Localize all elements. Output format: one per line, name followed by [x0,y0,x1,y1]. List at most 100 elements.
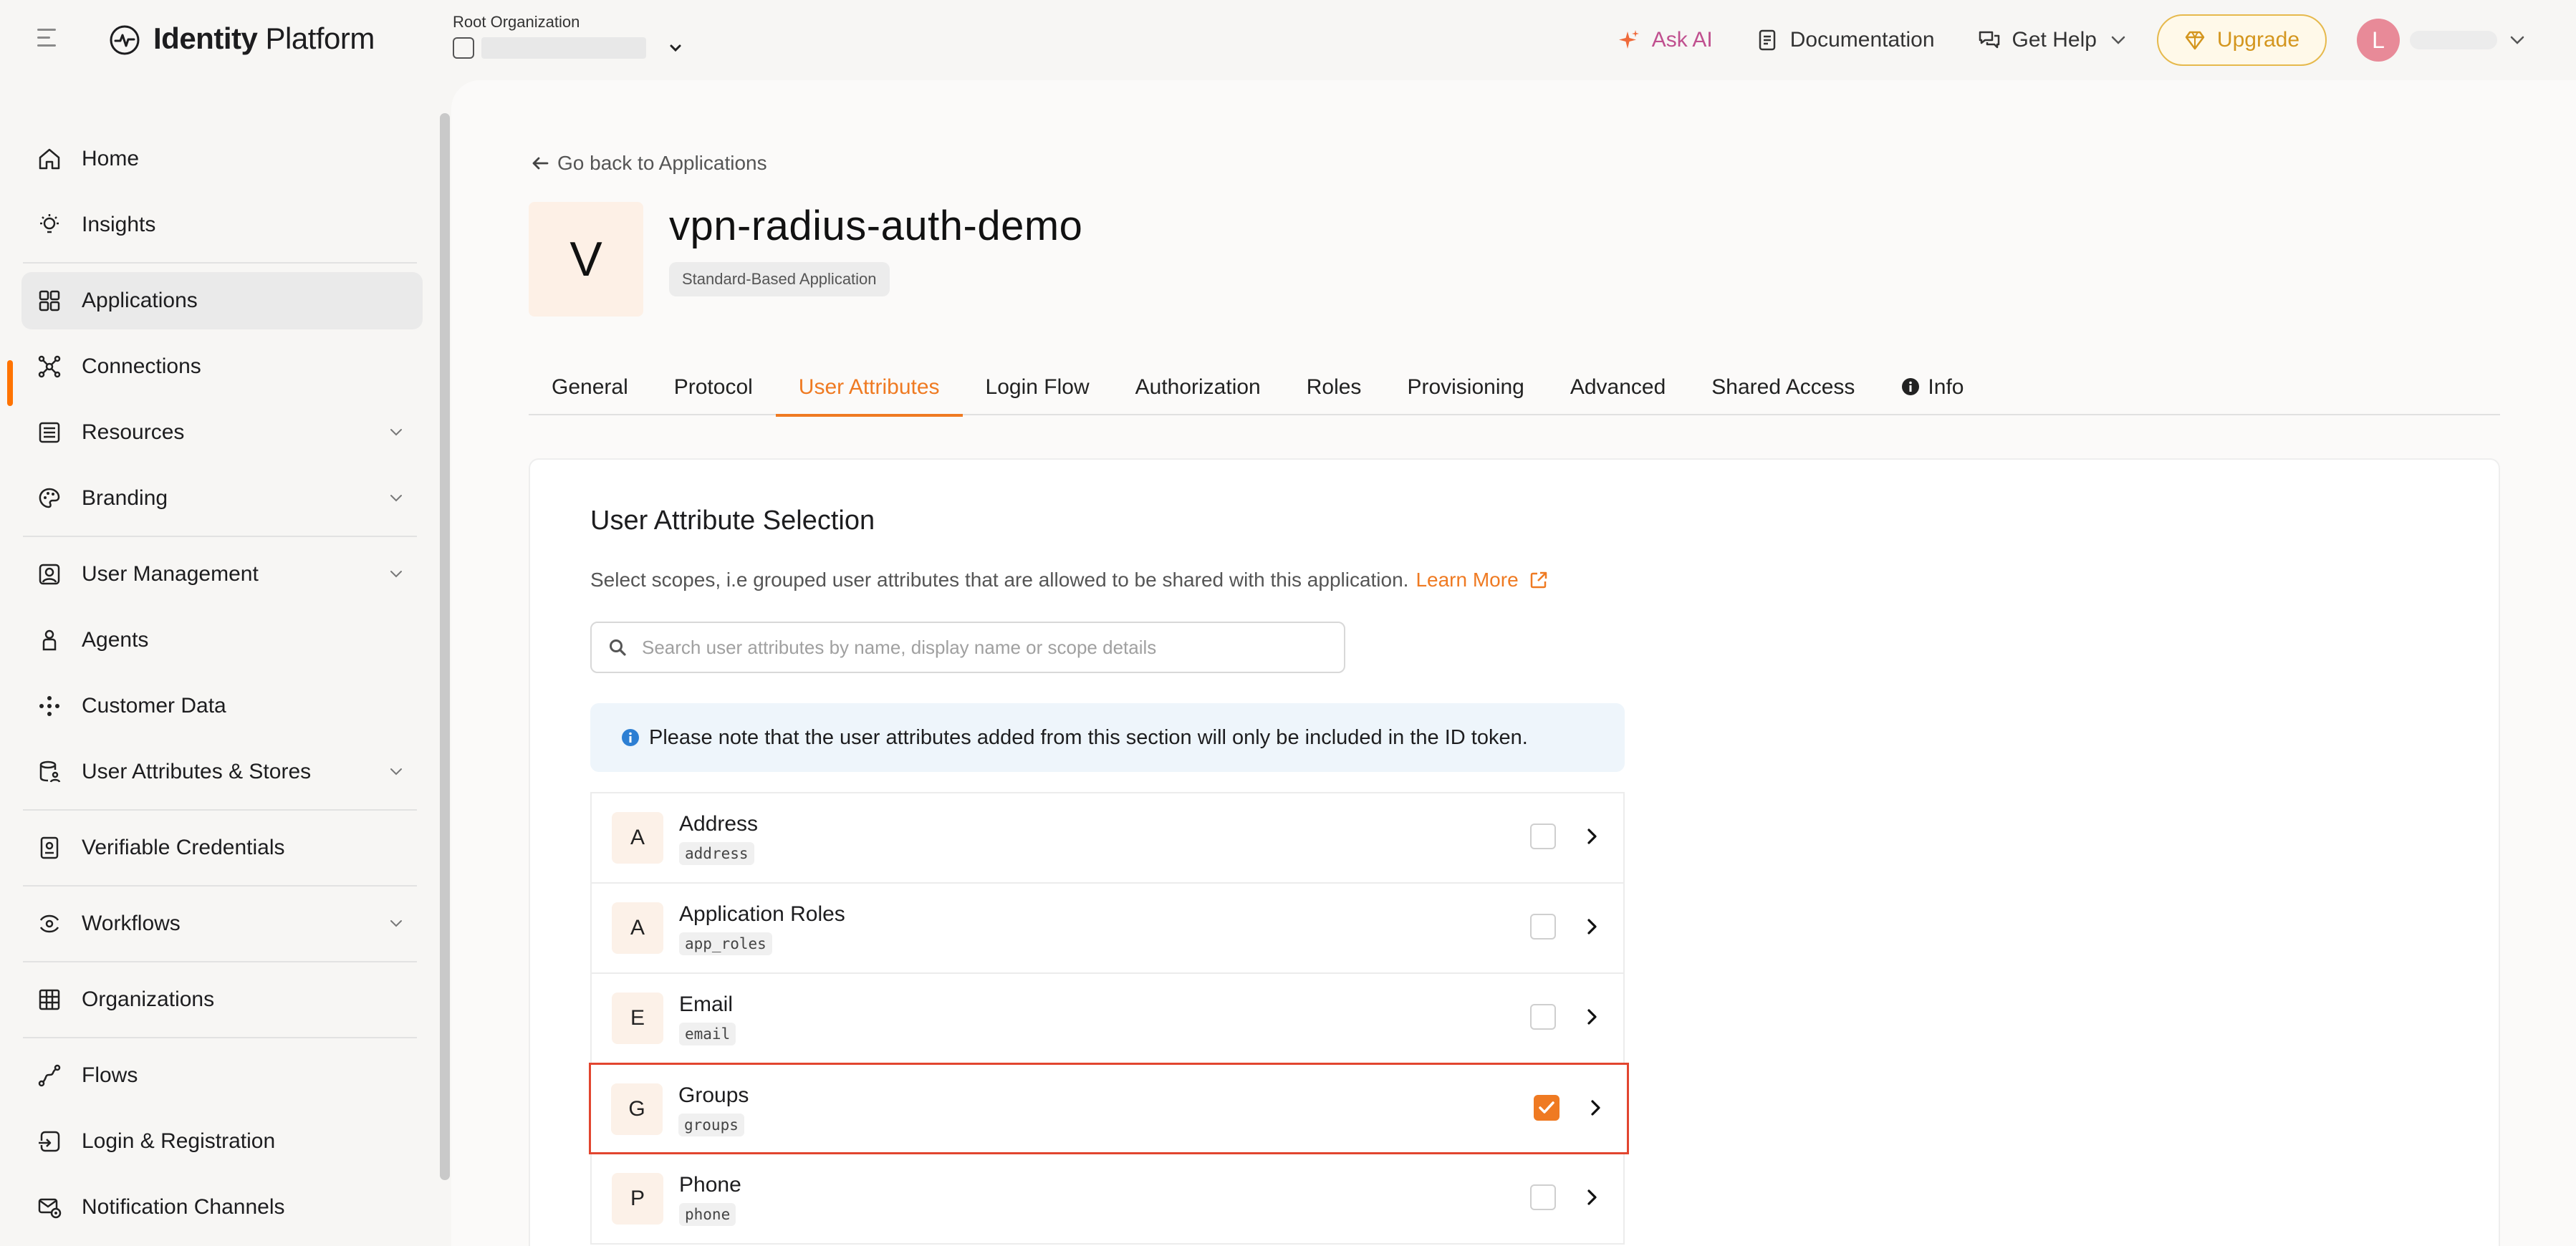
sidebar-item-label: User Attributes & Stores [82,760,312,783]
top-header: Identity Platform Root Organization Ask … [0,0,2576,80]
attribute-checkbox[interactable] [1530,914,1556,940]
chevron-right-icon[interactable] [1582,826,1602,846]
sidebar-item-branding[interactable]: Branding [21,470,423,527]
info-icon [622,729,639,746]
attribute-avatar: A [612,812,663,864]
tab-protocol[interactable]: Protocol [651,367,776,415]
sidebar-item-home[interactable]: Home [21,130,423,188]
attribute-row-address[interactable]: A Address address [590,792,1625,884]
sidebar-item-workflows[interactable]: Workflows [21,895,423,952]
attribute-search[interactable] [590,622,1345,673]
ask-ai-button[interactable]: Ask AI [1618,28,1713,52]
insights-icon [40,214,59,233]
organization-name-placeholder [481,37,646,59]
tab-label: Provisioning [1407,375,1524,399]
documentation-link[interactable]: Documentation [1756,28,1935,52]
tab-label: Roles [1306,375,1362,399]
attribute-scope-code: groups [678,1114,744,1136]
sidebar-item-label: Resources [82,420,185,444]
chevron-right-icon[interactable] [1585,1098,1605,1118]
tab-label: Protocol [673,375,753,399]
back-link-label: Go back to Applications [557,152,767,174]
sidebar-nav: Home Insights Applications Connections R… [21,130,423,1245]
attribute-row-application-roles[interactable]: A Application Roles app_roles [590,882,1625,974]
tab-provisioning[interactable]: Provisioning [1384,367,1547,415]
tab-advanced[interactable]: Advanced [1547,367,1688,415]
get-help-menu[interactable]: Get Help [1978,28,2127,52]
sidebar-item-label: Notification Channels [82,1195,285,1219]
learn-more-label: Learn More [1416,569,1519,591]
tab-user-attributes[interactable]: User Attributes [775,367,963,417]
tab-info[interactable]: Info [1878,367,1986,415]
tab-authorization[interactable]: Authorization [1112,367,1284,415]
brand-name[interactable]: Identity Platform [153,21,375,56]
application-avatar: V [529,202,643,317]
sidebar-item-flows[interactable]: Flows [21,1047,423,1104]
tab-general[interactable]: General [529,367,651,415]
sparkle-icon [1618,30,1639,49]
user-name-placeholder[interactable] [2410,31,2497,49]
sidebar-item-notification-channels[interactable]: Notification Channels [21,1179,423,1236]
chevron-down-icon[interactable] [668,40,683,56]
active-indicator [7,360,13,406]
sidebar-item-connections[interactable]: Connections [21,338,423,395]
agents-icon [42,629,57,651]
search-input[interactable] [642,636,1330,659]
sidebar-item-label: Applications [82,289,198,312]
attribute-avatar: P [612,1173,663,1225]
attribute-name: Address [679,812,759,836]
organization-label: Root Organization [453,13,580,31]
attribute-row-phone[interactable]: P Phone phone [590,1153,1625,1245]
attribute-checkbox[interactable] [1530,824,1556,849]
back-to-applications-link[interactable]: Go back to Applications [530,152,767,175]
tab-roles[interactable]: Roles [1284,367,1385,415]
attribute-row-email[interactable]: E Email email [590,972,1625,1064]
attribute-list: A Address address A Application Roles ap… [589,792,1629,1245]
sidebar-item-resources[interactable]: Resources [21,404,423,461]
organization-switcher[interactable]: Root Organization [453,13,683,59]
brand-name-rest: Platform [257,21,375,55]
attribute-avatar: E [612,993,663,1044]
tab-label: Authorization [1135,375,1261,399]
sidebar-item-label: User Management [82,562,259,586]
attribute-checkbox[interactable] [1530,1184,1556,1210]
attribute-row-groups[interactable]: G Groups groups [589,1063,1629,1154]
chevron-right-icon[interactable] [1582,1007,1602,1027]
info-icon [1902,378,1920,395]
sidebar-item-login-registration[interactable]: Login & Registration [21,1113,423,1170]
tab-label: Login Flow [985,375,1090,399]
sidebar-item-label: Agents [82,628,149,652]
attribute-name: Phone [679,1173,741,1197]
tab-login-flow[interactable]: Login Flow [963,367,1112,415]
chevron-right-icon[interactable] [1582,1187,1602,1207]
arrow-left-icon [532,157,549,170]
sidebar-item-verifiable-credentials[interactable]: Verifiable Credentials [21,819,423,876]
sidebar-item-user-attributes-stores[interactable]: User Attributes & Stores [21,743,423,801]
chevron-right-icon[interactable] [1582,917,1602,937]
user-attributes-icon [39,760,61,783]
sidebar-divider [23,1037,417,1038]
sidebar-item-user-management[interactable]: User Management [21,546,423,603]
sidebar-item-label: Branding [82,486,168,510]
learn-more-link[interactable]: Learn More [1416,569,1548,591]
sidebar-item-organizations[interactable]: Organizations [21,971,423,1028]
user-avatar[interactable]: L [2357,19,2400,62]
tab-shared-access[interactable]: Shared Access [1688,367,1878,415]
chevron-down-icon[interactable] [2509,32,2526,49]
sidebar-scrollbar-thumb[interactable] [440,113,450,1180]
notice-text: Please note that the user attributes add… [649,725,1528,749]
upgrade-button[interactable]: Upgrade [2156,14,2327,66]
attribute-name: Groups [678,1083,749,1107]
attribute-checkbox[interactable] [1530,1004,1556,1030]
sidebar-item-customer-data[interactable]: Customer Data [21,677,423,735]
attribute-avatar: G [611,1083,663,1135]
get-help-label: Get Help [2012,28,2097,52]
application-tabs: General Protocol User Attributes Login F… [529,367,2500,417]
brand-logo-icon [110,25,140,55]
menu-toggle-icon[interactable] [37,29,59,49]
sidebar-item-insights[interactable]: Insights [21,196,423,253]
sidebar-item-agents[interactable]: Agents [21,612,423,669]
attribute-checkbox[interactable] [1534,1095,1559,1121]
sidebar-divider [23,961,417,962]
sidebar-item-applications[interactable]: Applications [21,272,423,329]
